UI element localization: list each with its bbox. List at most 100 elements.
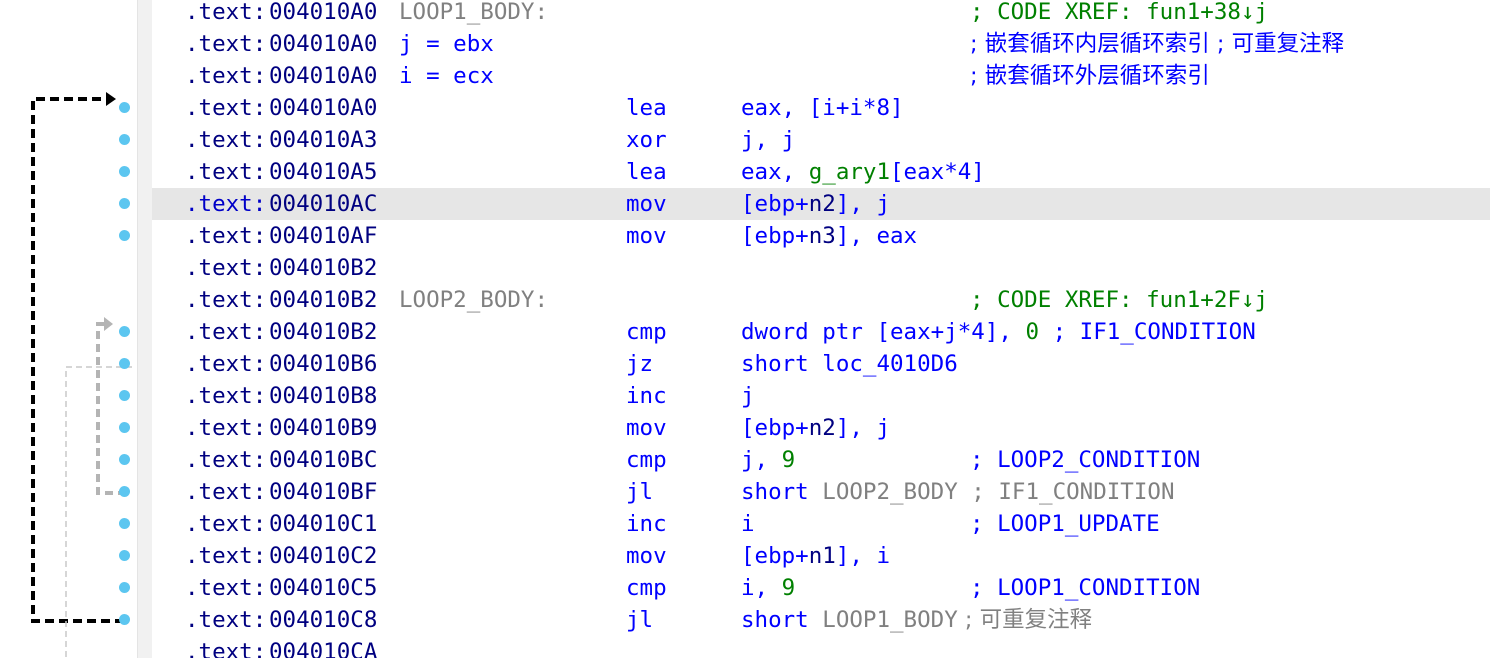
disasm-line[interactable]: .text: 004010B8 inc j: [152, 380, 1490, 412]
line-marker-dot-icon[interactable]: [119, 358, 130, 369]
line-marker-dot-icon[interactable]: [119, 550, 130, 561]
disasm-line[interactable]: .text: 004010BF jl short LOOP2_BODY ; IF1_C…: [152, 476, 1490, 508]
line-marker-dot-icon[interactable]: [119, 614, 130, 625]
instruction-mnemonic[interactable]: mov: [626, 220, 667, 252]
stack-variable-name[interactable]: n2: [809, 415, 836, 441]
line-address[interactable]: 004010A0: [269, 60, 377, 92]
line-marker-dot-icon[interactable]: [119, 454, 130, 465]
line-address[interactable]: 004010A3: [269, 124, 377, 156]
instruction-mnemonic[interactable]: xor: [626, 124, 667, 156]
line-address[interactable]: 004010B2: [269, 252, 377, 284]
instruction-mnemonic[interactable]: jl: [626, 604, 653, 636]
instruction-mnemonic[interactable]: inc: [626, 380, 667, 412]
line-address[interactable]: 004010B8: [269, 380, 377, 412]
line-address[interactable]: 004010A0: [269, 92, 377, 124]
instruction-mnemonic[interactable]: mov: [626, 412, 667, 444]
instruction-operands[interactable]: eax, [i+i*8]: [741, 92, 904, 124]
code-label[interactable]: LOOP2_BODY:: [399, 284, 548, 316]
disasm-line[interactable]: .text: 004010A0 lea eax, [i+i*8]: [152, 92, 1490, 124]
line-marker-dot-icon[interactable]: [119, 198, 130, 209]
line-address[interactable]: 004010BF: [269, 476, 377, 508]
instruction-mnemonic[interactable]: cmp: [626, 444, 667, 476]
instruction-mnemonic[interactable]: mov: [626, 188, 667, 220]
stack-variable-name[interactable]: n3: [809, 223, 836, 249]
global-variable-name[interactable]: g_ary1: [809, 159, 890, 185]
disasm-line[interactable]: .text: 004010C1 inc i ; LOOP1_UPDATE: [152, 508, 1490, 540]
instruction-mnemonic[interactable]: inc: [626, 508, 667, 540]
instruction-mnemonic[interactable]: cmp: [626, 572, 667, 604]
instruction-mnemonic[interactable]: jl: [626, 476, 653, 508]
instruction-operands[interactable]: [ebp+n3], eax: [741, 220, 917, 252]
line-address[interactable]: 004010AC: [269, 188, 377, 220]
instruction-mnemonic[interactable]: mov: [626, 540, 667, 572]
line-address[interactable]: 004010AF: [269, 220, 377, 252]
instruction-operands[interactable]: j, 9: [741, 444, 795, 476]
disasm-line[interactable]: .text: 004010A5 lea eax, g_ary1[eax*4]: [152, 156, 1490, 188]
line-address[interactable]: 004010C5: [269, 572, 377, 604]
disasm-line[interactable]: .text: 004010B9 mov [ebp+n2], j: [152, 412, 1490, 444]
jump-target-label[interactable]: LOOP2_BODY: [822, 479, 957, 505]
instruction-operands[interactable]: [ebp+n2], j: [741, 188, 890, 220]
jump-target-label[interactable]: LOOP1_BODY: [822, 607, 957, 633]
line-address[interactable]: 004010B9: [269, 412, 377, 444]
disasm-line[interactable]: .text: 004010B2: [152, 252, 1490, 284]
line-address[interactable]: 004010A0: [269, 0, 377, 28]
instruction-mnemonic[interactable]: lea: [626, 92, 667, 124]
instruction-operands[interactable]: j: [741, 380, 755, 412]
xref-comment[interactable]: ; CODE XREF: fun1+2F↓j: [970, 284, 1268, 316]
disasm-line[interactable]: .text: 004010B6 jz short loc_4010D6: [152, 348, 1490, 380]
line-marker-dot-icon[interactable]: [119, 486, 130, 497]
stack-variable-name[interactable]: n2: [809, 191, 836, 217]
line-marker-dot-icon[interactable]: [119, 230, 130, 241]
stack-variable-name[interactable]: n1: [809, 543, 836, 569]
instruction-operands[interactable]: short LOOP2_BODY ; IF1_CONDITION: [741, 476, 1175, 508]
line-marker-dot-icon[interactable]: [119, 422, 130, 433]
instruction-operands[interactable]: short LOOP1_BODY ; 可重复注释: [741, 604, 1092, 636]
instruction-operands[interactable]: [ebp+n2], j: [741, 412, 890, 444]
disasm-line[interactable]: .text: 004010AC mov [ebp+n2], j: [152, 188, 1490, 220]
disasm-line[interactable]: .text: 004010AF mov [ebp+n3], eax: [152, 220, 1490, 252]
code-label[interactable]: LOOP1_BODY:: [399, 0, 548, 28]
disasm-line[interactable]: .text: 004010C8 jl short LOOP1_BODY ; 可重复注释: [152, 604, 1490, 636]
disasm-line[interactable]: .text: 004010B2 LOOP2_BODY: ; CODE XREF: fu…: [152, 284, 1490, 316]
line-address[interactable]: 004010C8: [269, 604, 377, 636]
disassembly-listing[interactable]: .text: 004010A0 LOOP1_BODY:; CODE XREF: fu…: [152, 0, 1490, 658]
disasm-line[interactable]: .text: 004010BC cmp j, 9 ; LOOP2_CONDITION: [152, 444, 1490, 476]
line-address[interactable]: 004010A0: [269, 28, 377, 60]
line-address[interactable]: 004010C1: [269, 508, 377, 540]
line-address[interactable]: 004010C2: [269, 540, 377, 572]
disasm-line[interactable]: .text: 004010A0 i = ecx ; 嵌套循环外层循环索引: [152, 60, 1490, 92]
disasm-line[interactable]: .text: 004010A3 xor j, j: [152, 124, 1490, 156]
instruction-operands[interactable]: i: [741, 508, 755, 540]
line-marker-dot-icon[interactable]: [119, 134, 130, 145]
instruction-operands[interactable]: i, 9: [741, 572, 795, 604]
instruction-operands[interactable]: dword ptr [eax+j*4], 0 ; IF1_CONDITION: [741, 316, 1256, 348]
line-address[interactable]: 004010B6: [269, 348, 377, 380]
disasm-line[interactable]: .text: 004010A0 j = ebx ; 嵌套循环内层循环索引 ; 可重复注…: [152, 28, 1490, 60]
line-address[interactable]: 004010CA: [269, 636, 377, 658]
line-marker-dot-icon[interactable]: [119, 390, 130, 401]
disasm-line[interactable]: .text: 004010C5 cmp i, 9 ; LOOP1_CONDITION: [152, 572, 1490, 604]
instruction-operands[interactable]: j, j: [741, 124, 795, 156]
disasm-line[interactable]: .text: 004010A0 LOOP1_BODY: ; CODE XREF: fu…: [152, 0, 1490, 28]
disasm-line[interactable]: .text: 004010B2 cmp dword ptr [eax+j*4], 0 …: [152, 316, 1490, 348]
line-marker-dot-icon[interactable]: [119, 582, 130, 593]
xref-comment[interactable]: ; CODE XREF: fun1+38↓j: [970, 0, 1268, 28]
disasm-line[interactable]: .text: 004010CA: [152, 636, 1490, 658]
line-address[interactable]: 004010BC: [269, 444, 377, 476]
line-marker-dot-icon[interactable]: [119, 326, 130, 337]
instruction-operands[interactable]: eax, g_ary1[eax*4]: [741, 156, 985, 188]
instruction-mnemonic[interactable]: cmp: [626, 316, 667, 348]
instruction-mnemonic[interactable]: jz: [626, 348, 653, 380]
line-address[interactable]: 004010B2: [269, 316, 377, 348]
line-marker-dot-icon[interactable]: [119, 102, 130, 113]
disasm-line[interactable]: .text: 004010C2 mov [ebp+n1], i: [152, 540, 1490, 572]
line-marker-dot-icon[interactable]: [119, 166, 130, 177]
instruction-operands[interactable]: [ebp+n1], i: [741, 540, 890, 572]
instruction-operands[interactable]: short loc_4010D6: [741, 348, 958, 380]
operand-text: short loc_4010D6: [741, 351, 958, 377]
instruction-mnemonic[interactable]: lea: [626, 156, 667, 188]
line-address[interactable]: 004010A5: [269, 156, 377, 188]
line-address[interactable]: 004010B2: [269, 284, 377, 316]
line-marker-dot-icon[interactable]: [119, 518, 130, 529]
